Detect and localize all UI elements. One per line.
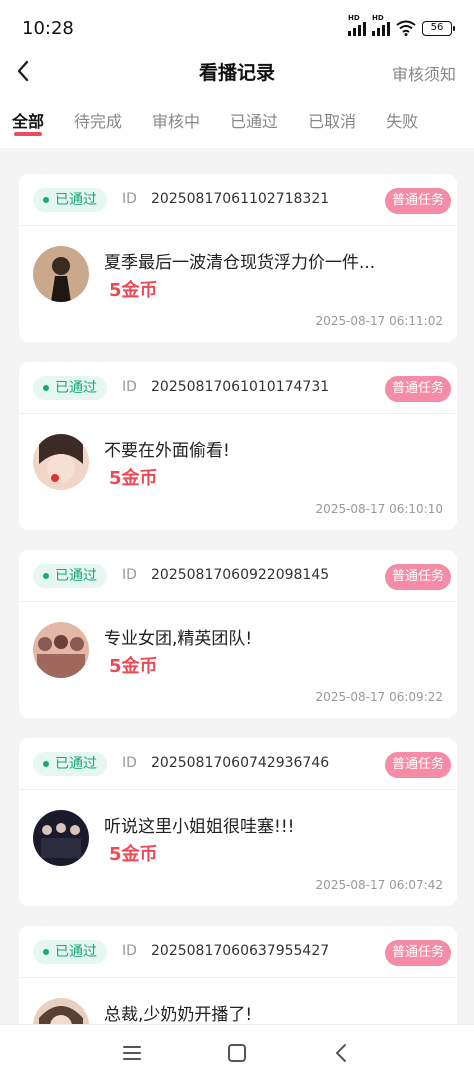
active-tab-indicator: [14, 132, 43, 136]
record-card-header: 已通过 ID 20250817060922098145 普通任务: [19, 550, 457, 602]
system-nav-bar: [0, 1024, 474, 1080]
record-card-header: 已通过 ID 20250817060637955427 普通任务: [19, 926, 457, 978]
record-card[interactable]: 已通过 ID 20250817061102718321 普通任务 夏季最后一波清…: [19, 174, 457, 342]
signal-icon: HD: [348, 14, 366, 36]
status-dot-icon: [43, 573, 49, 579]
id-label: ID: [122, 755, 137, 771]
task-title: 听说这里小姐姐很哇塞!!!: [104, 817, 295, 837]
task-type-badge: 普通任务: [384, 564, 451, 590]
status-badge: 已通过: [33, 188, 107, 212]
status-dot-icon: [43, 385, 49, 391]
timestamp: 2025-08-17 06:07:42: [315, 878, 443, 892]
task-title: 专业女团,精英团队!: [104, 629, 253, 649]
tab-reviewing[interactable]: 审核中: [152, 96, 200, 148]
status-badge: 已通过: [33, 376, 107, 400]
status-badge: 已通过: [33, 564, 107, 588]
status-dot-icon: [43, 197, 49, 203]
timestamp: 2025-08-17 06:09:22: [315, 690, 443, 704]
task-title: 总裁,少奶奶开播了!: [104, 1005, 253, 1025]
id-label: ID: [122, 191, 137, 207]
signal-icon: HD: [372, 14, 390, 36]
record-id: 20250817060922098145: [151, 567, 330, 583]
status-badge: 已通过: [33, 940, 107, 964]
tab-pending[interactable]: 待完成: [74, 96, 122, 148]
filter-tabs: 全部 待完成 审核中 已通过 已取消 失败: [0, 96, 474, 148]
status-badge: 已通过: [33, 752, 107, 776]
avatar: [33, 434, 89, 490]
tab-failed[interactable]: 失败: [386, 96, 418, 148]
record-id: 20250817061102718321: [151, 191, 330, 207]
status-icons: HD HD 56: [348, 14, 455, 36]
task-title: 不要在外面偷看!: [104, 441, 230, 461]
chevron-left-icon[interactable]: [330, 1041, 354, 1065]
record-id: 20250817060637955427: [151, 943, 330, 959]
menu-icon[interactable]: [120, 1041, 144, 1065]
record-card[interactable]: 已通过 ID 20250817060742936746 普通任务 听说这里小姐姐…: [19, 738, 457, 906]
avatar: [33, 810, 89, 866]
record-card-header: 已通过 ID 20250817060742936746 普通任务: [19, 738, 457, 790]
reward: 5金币: [109, 468, 158, 489]
status-dot-icon: [43, 761, 49, 767]
task-type-badge: 普通任务: [384, 940, 451, 966]
id-label: ID: [122, 379, 137, 395]
record-list: 已通过 ID 20250817061102718321 普通任务 夏季最后一波清…: [19, 174, 457, 1080]
reward: 5金币: [109, 656, 158, 677]
task-type-badge: 普通任务: [384, 188, 451, 214]
task-type-badge: 普通任务: [384, 376, 451, 402]
task-type-badge: 普通任务: [384, 752, 451, 778]
home-square-icon[interactable]: [225, 1041, 249, 1065]
record-id: 20250817060742936746: [151, 755, 330, 771]
header: 看播记录 审核须知: [0, 46, 474, 96]
record-card-header: 已通过 ID 20250817061102718321 普通任务: [19, 174, 457, 226]
battery-icon: 56: [422, 20, 455, 36]
timestamp: 2025-08-17 06:10:10: [315, 502, 443, 516]
task-title: 夏季最后一波清仓现货浮力价一件...: [104, 253, 376, 273]
tab-cancelled[interactable]: 已取消: [308, 96, 356, 148]
avatar: [33, 622, 89, 678]
id-label: ID: [122, 943, 137, 959]
clock: 10:28: [22, 18, 74, 39]
wifi-icon: [396, 20, 416, 36]
record-card[interactable]: 已通过 ID 20250817060922098145 普通任务 专业女团,精英…: [19, 550, 457, 718]
avatar: [33, 246, 89, 302]
record-id: 20250817061010174731: [151, 379, 330, 395]
record-card-header: 已通过 ID 20250817061010174731 普通任务: [19, 362, 457, 414]
tab-approved[interactable]: 已通过: [230, 96, 278, 148]
reward: 5金币: [109, 280, 158, 301]
tab-all[interactable]: 全部: [12, 96, 44, 148]
review-rules-link[interactable]: 审核须知: [392, 61, 456, 85]
status-dot-icon: [43, 949, 49, 955]
timestamp: 2025-08-17 06:11:02: [315, 314, 443, 328]
id-label: ID: [122, 567, 137, 583]
record-card[interactable]: 已通过 ID 20250817061010174731 普通任务 不要在外面偷看…: [19, 362, 457, 530]
reward: 5金币: [109, 844, 158, 865]
